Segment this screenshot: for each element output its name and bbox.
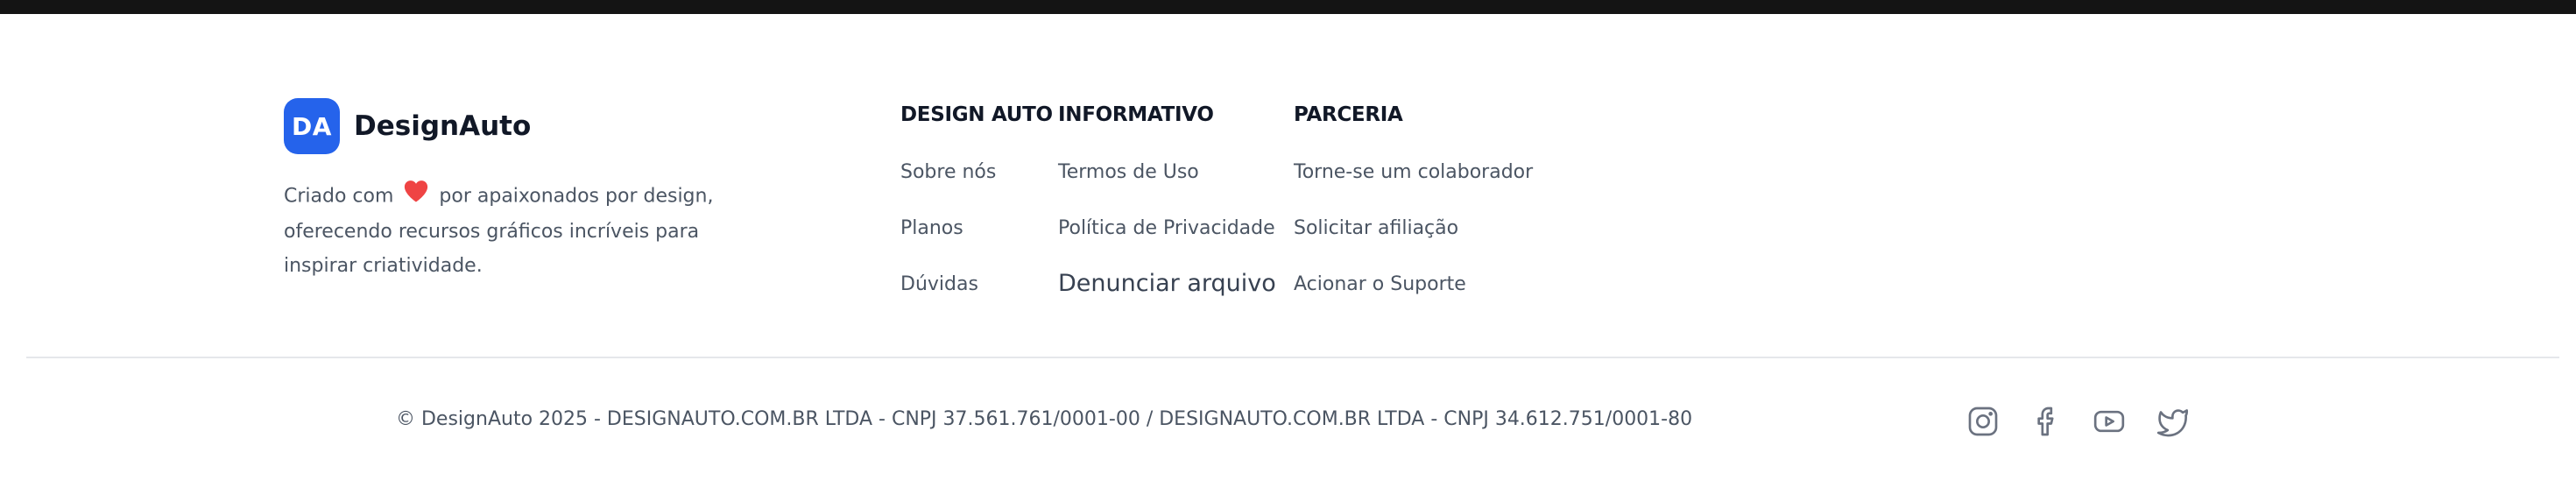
twitter-icon[interactable] — [2153, 402, 2191, 441]
youtube-icon[interactable] — [2090, 402, 2128, 441]
heart-icon — [403, 179, 429, 215]
brand-description-start: Criado com — [284, 185, 394, 208]
link-solicitar-afiliacao[interactable]: Solicitar afiliação — [1294, 217, 1458, 239]
link-acionar-suporte[interactable]: Acionar o Suporte — [1294, 273, 1466, 295]
brand[interactable]: DA DesignAuto — [284, 98, 531, 154]
footer-divider — [26, 357, 2559, 358]
brand-logo-badge: DA — [284, 98, 340, 154]
link-sobre-nos[interactable]: Sobre nós — [900, 161, 996, 183]
brand-description: Criado com por apaixonados por design, o… — [284, 179, 739, 283]
column-title-parceria: PARCERIA — [1294, 103, 1403, 126]
copyright-text: © DesignAuto 2025 - DESIGNAUTO.COM.BR LT… — [396, 408, 1693, 430]
link-politica-de-privacidade[interactable]: Política de Privacidade — [1058, 217, 1275, 239]
instagram-icon[interactable] — [1964, 402, 2002, 441]
brand-name: DesignAuto — [354, 110, 532, 142]
link-planos[interactable]: Planos — [900, 217, 963, 239]
top-bar — [0, 0, 2576, 14]
facebook-icon[interactable] — [2027, 402, 2065, 441]
column-title-informativo: INFORMATIVO — [1058, 103, 1214, 126]
link-termos-de-uso[interactable]: Termos de Uso — [1058, 161, 1199, 183]
link-duvidas[interactable]: Dúvidas — [900, 273, 978, 295]
link-torne-se-colaborador[interactable]: Torne-se um colaborador — [1294, 161, 1533, 183]
column-title-design-auto: DESIGN AUTO — [900, 103, 1053, 126]
link-denunciar-arquivo[interactable]: Denunciar arquivo — [1058, 270, 1276, 297]
